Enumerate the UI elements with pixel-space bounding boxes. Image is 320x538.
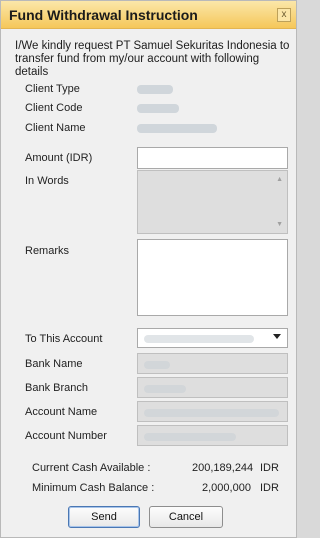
minimum-balance-label: Minimum Cash Balance : [32, 482, 155, 494]
chevron-down-icon[interactable] [273, 334, 281, 339]
bank-branch-field [137, 377, 288, 398]
cancel-button[interactable]: Cancel [149, 506, 223, 528]
to-account-value-redacted [144, 335, 254, 343]
scroll-down-icon: ▼ [276, 221, 283, 228]
client-code-value-redacted [137, 104, 179, 113]
client-type-value-redacted [137, 85, 173, 94]
current-cash-label: Current Cash Available : [32, 462, 151, 474]
bank-name-label: Bank Name [25, 358, 83, 370]
remarks-textarea[interactable] [137, 239, 288, 316]
bank-branch-value-redacted [144, 385, 186, 393]
fund-withdrawal-dialog: Fund Withdrawal Instruction x I/We kindl… [0, 0, 297, 538]
dialog-title: Fund Withdrawal Instruction [9, 7, 198, 23]
account-number-value-redacted [144, 433, 236, 441]
amount-input[interactable] [137, 147, 288, 169]
current-cash-value: 200,189,244 [192, 462, 254, 474]
client-type-label: Client Type [25, 83, 80, 95]
account-number-field [137, 425, 288, 446]
intro-text: I/We kindly request PT Samuel Sekuritas … [15, 40, 290, 78]
bank-name-value-redacted [144, 361, 170, 369]
to-account-select[interactable] [137, 328, 288, 348]
title-bar[interactable]: Fund Withdrawal Instruction x [1, 1, 296, 29]
minimum-balance-currency: IDR [260, 482, 279, 494]
bank-branch-label: Bank Branch [25, 382, 88, 394]
scroll-up-icon: ▲ [276, 176, 283, 183]
client-name-label: Client Name [25, 122, 86, 134]
to-account-label: To This Account [25, 333, 103, 345]
in-words-label: In Words [25, 175, 69, 187]
account-name-field [137, 401, 288, 422]
send-button[interactable]: Send [68, 506, 140, 528]
current-cash-currency: IDR [260, 462, 279, 474]
in-words-field: ▲ ▼ [137, 170, 288, 234]
client-name-value-redacted [137, 124, 217, 133]
amount-label: Amount (IDR) [25, 152, 93, 164]
account-name-label: Account Name [25, 406, 98, 418]
client-code-label: Client Code [25, 102, 83, 114]
minimum-balance-value: 2,000,000 [202, 482, 251, 494]
remarks-label: Remarks [25, 245, 70, 257]
account-number-label: Account Number [25, 430, 107, 442]
account-name-value-redacted [144, 409, 279, 417]
close-button[interactable]: x [277, 8, 291, 22]
bank-name-field [137, 353, 288, 374]
